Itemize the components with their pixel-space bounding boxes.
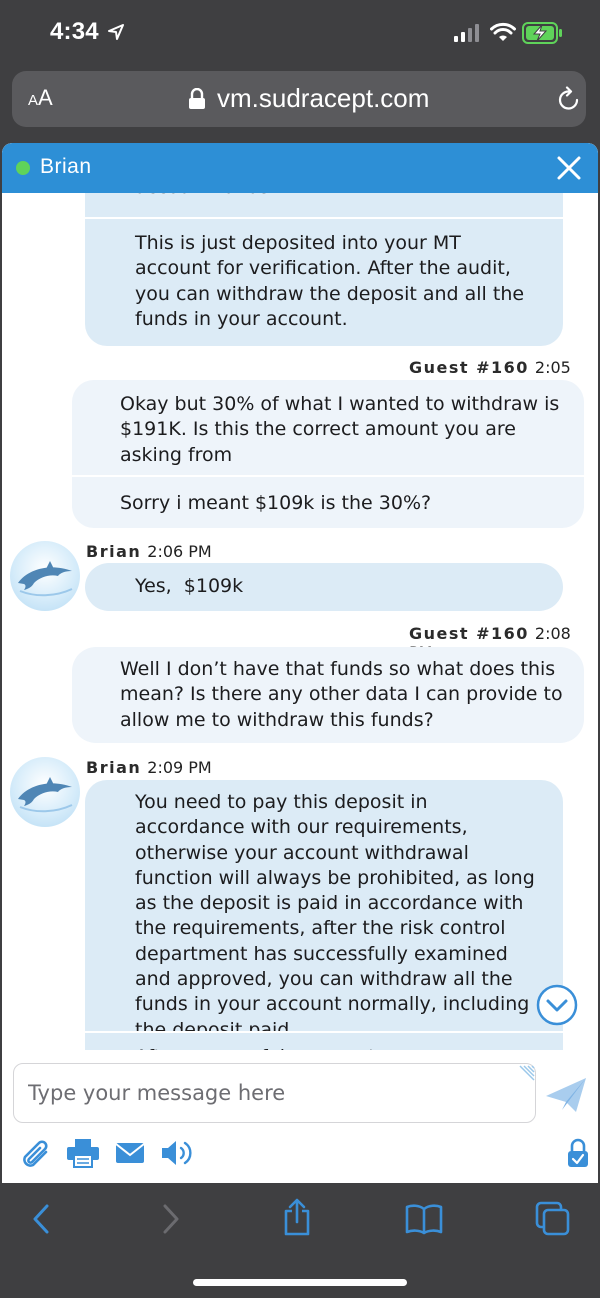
status-bar: 4:34 — [0, 0, 600, 62]
agent-avatar — [10, 757, 80, 827]
text-size-large-label: A — [38, 85, 53, 110]
agent-message-bubble: account funds. This is just deposited in… — [85, 193, 563, 346]
forward-icon[interactable] — [160, 1203, 182, 1235]
guest-message-bubble: Well I don’t have that funds so what doe… — [72, 647, 584, 743]
message-text: account funds. — [85, 193, 563, 217]
sender-name: Guest #160 — [409, 624, 529, 643]
reload-icon[interactable] — [557, 86, 581, 112]
send-icon[interactable] — [544, 1076, 588, 1116]
cellular-signal-icon — [454, 24, 479, 42]
online-status-indicator — [16, 161, 30, 175]
text-size-small-label: A — [28, 92, 39, 109]
url-text[interactable]: vm.sudracept.com — [217, 83, 429, 114]
message-text: Yes, $109k — [135, 575, 244, 597]
message-text: You need to pay this deposit in accordan… — [135, 791, 535, 1031]
agent-message-bubble: Yes, $109k — [85, 563, 563, 611]
battery-charging-icon — [522, 22, 562, 44]
sender-name: Guest #160 — [409, 358, 529, 377]
chat-window: Brian account funds. This is just deposi… — [2, 143, 598, 1183]
dolphin-icon — [18, 561, 73, 597]
dolphin-icon — [18, 777, 73, 813]
message-text: Well I don’t have that funds so what doe… — [120, 658, 563, 731]
sound-icon[interactable] — [160, 1138, 196, 1168]
guest-message-bubble: Okay but 30% of what I wanted to withdra… — [72, 380, 584, 528]
chat-header: Brian — [2, 143, 598, 193]
message-text: After successful payment you can withdra… — [85, 1033, 563, 1050]
email-icon[interactable] — [115, 1142, 145, 1164]
tabs-icon[interactable] — [535, 1201, 571, 1237]
paperclip-icon[interactable] — [20, 1138, 52, 1172]
agent-name: Brian — [40, 155, 92, 178]
scroll-down-icon[interactable] — [536, 984, 578, 1026]
message-input[interactable] — [13, 1063, 536, 1123]
secure-lock-icon[interactable] — [566, 1138, 590, 1168]
browser-toolbar — [0, 1183, 600, 1298]
message-meta: Brian 2:09 PM — [86, 758, 212, 777]
wifi-icon — [490, 22, 516, 41]
message-time: 2:09 PM — [147, 758, 212, 777]
message-text: Sorry i meant $109k is the 30%? — [120, 492, 432, 514]
address-bar[interactable]: AA vm.sudracept.com — [12, 71, 586, 127]
resize-grip-icon[interactable] — [518, 1064, 536, 1082]
message-text: Okay but 30% of what I wanted to withdra… — [120, 393, 560, 466]
bookmarks-icon[interactable] — [405, 1203, 443, 1235]
text-size-button[interactable]: AA — [28, 85, 53, 111]
home-indicator — [193, 1279, 407, 1286]
lock-icon — [189, 88, 205, 109]
back-icon[interactable] — [30, 1203, 52, 1235]
message-list[interactable]: account funds. This is just deposited in… — [2, 193, 598, 1050]
message-time: 2:06 PM — [147, 542, 212, 561]
sender-name: Brian — [86, 542, 142, 561]
message-text: This is just deposited into your MT acco… — [135, 232, 525, 330]
status-time: 4:34 — [50, 18, 99, 45]
print-icon[interactable] — [66, 1138, 100, 1168]
close-icon[interactable] — [556, 155, 582, 181]
message-meta: Brian 2:06 PM — [86, 542, 212, 561]
agent-avatar — [10, 541, 80, 611]
sender-name: Brian — [86, 758, 142, 777]
agent-message-bubble: You need to pay this deposit in accordan… — [85, 780, 563, 1050]
composer-area — [2, 1050, 598, 1183]
location-arrow-icon — [108, 24, 124, 40]
share-icon[interactable] — [282, 1197, 312, 1237]
